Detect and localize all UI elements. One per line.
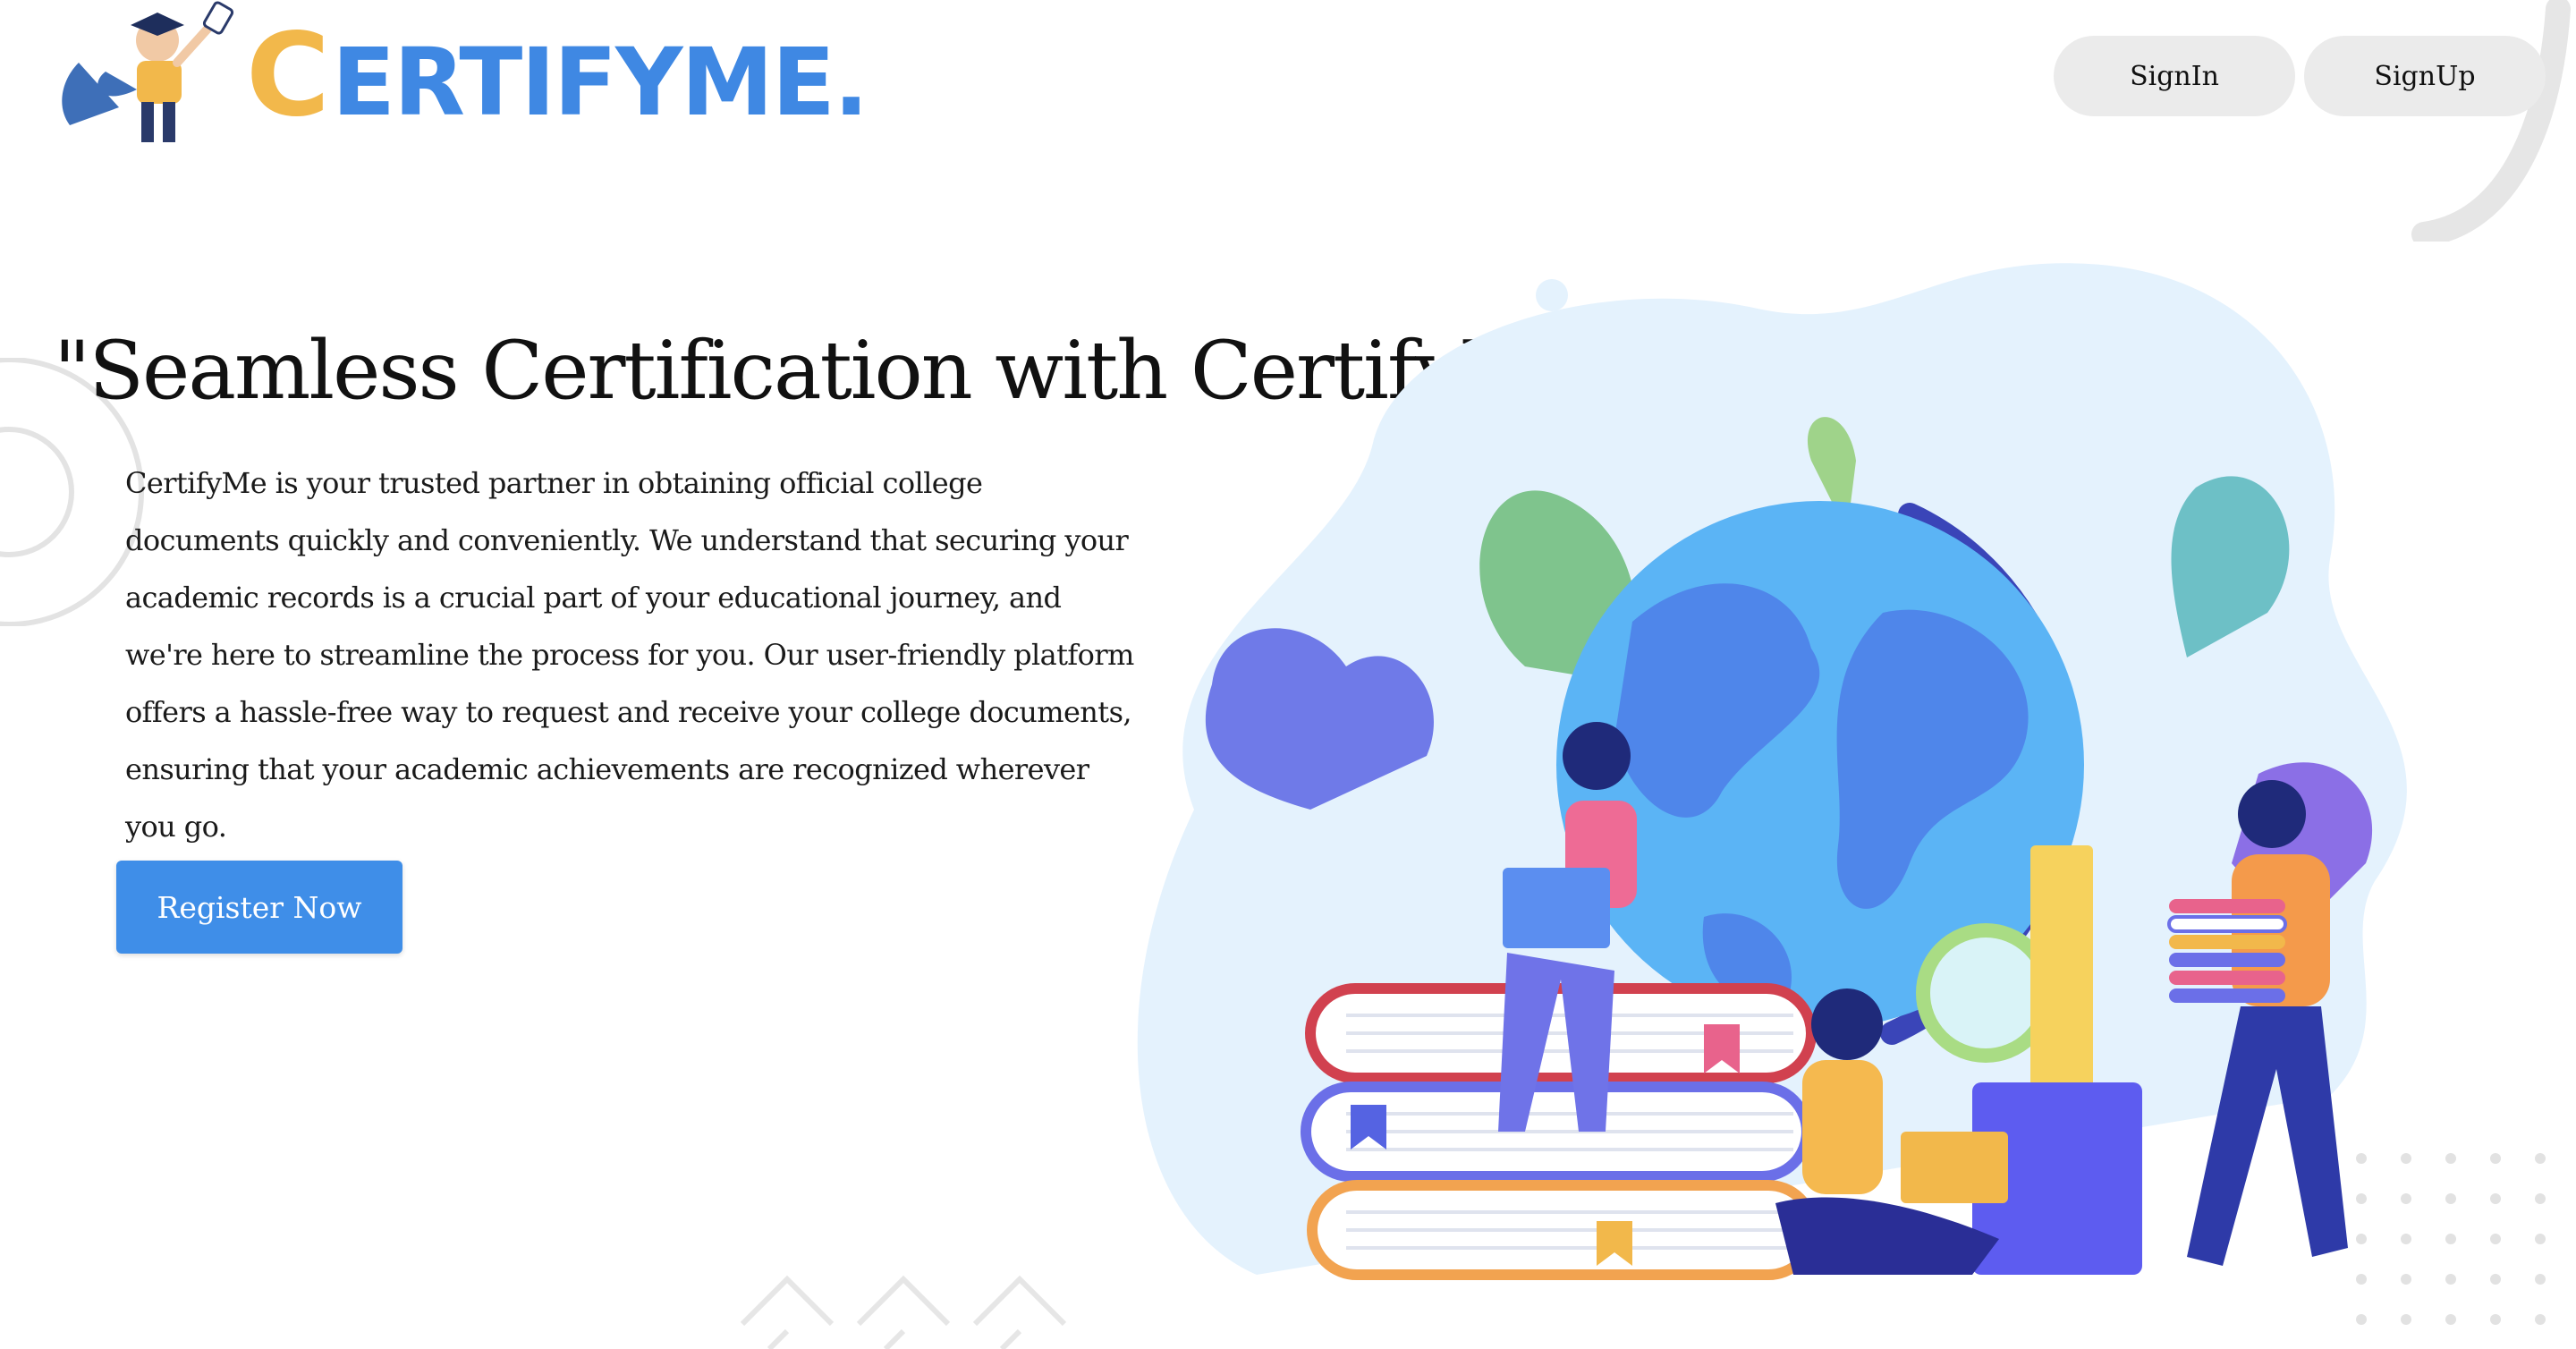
decorative-arrows	[740, 1275, 1067, 1349]
signin-button[interactable]: SignIn	[2054, 36, 2295, 116]
logo-dot: .	[833, 27, 869, 137]
logo-name: ERTIFYME	[331, 27, 835, 137]
graduate-mascot-icon	[62, 1, 234, 142]
students-globe-books-illustration	[1137, 263, 2407, 1280]
logo-wordmark: CERTIFYME.	[246, 18, 869, 133]
signup-button[interactable]: SignUp	[2304, 36, 2546, 116]
register-now-button[interactable]: Register Now	[116, 861, 402, 954]
logo-initial: C	[246, 8, 330, 142]
header-nav: SignIn SignUp	[2054, 36, 2546, 116]
brand-logo[interactable]: CERTIFYME.	[52, 0, 869, 148]
hero-description: CertifyMe is your trusted partner in obt…	[125, 466, 1134, 844]
